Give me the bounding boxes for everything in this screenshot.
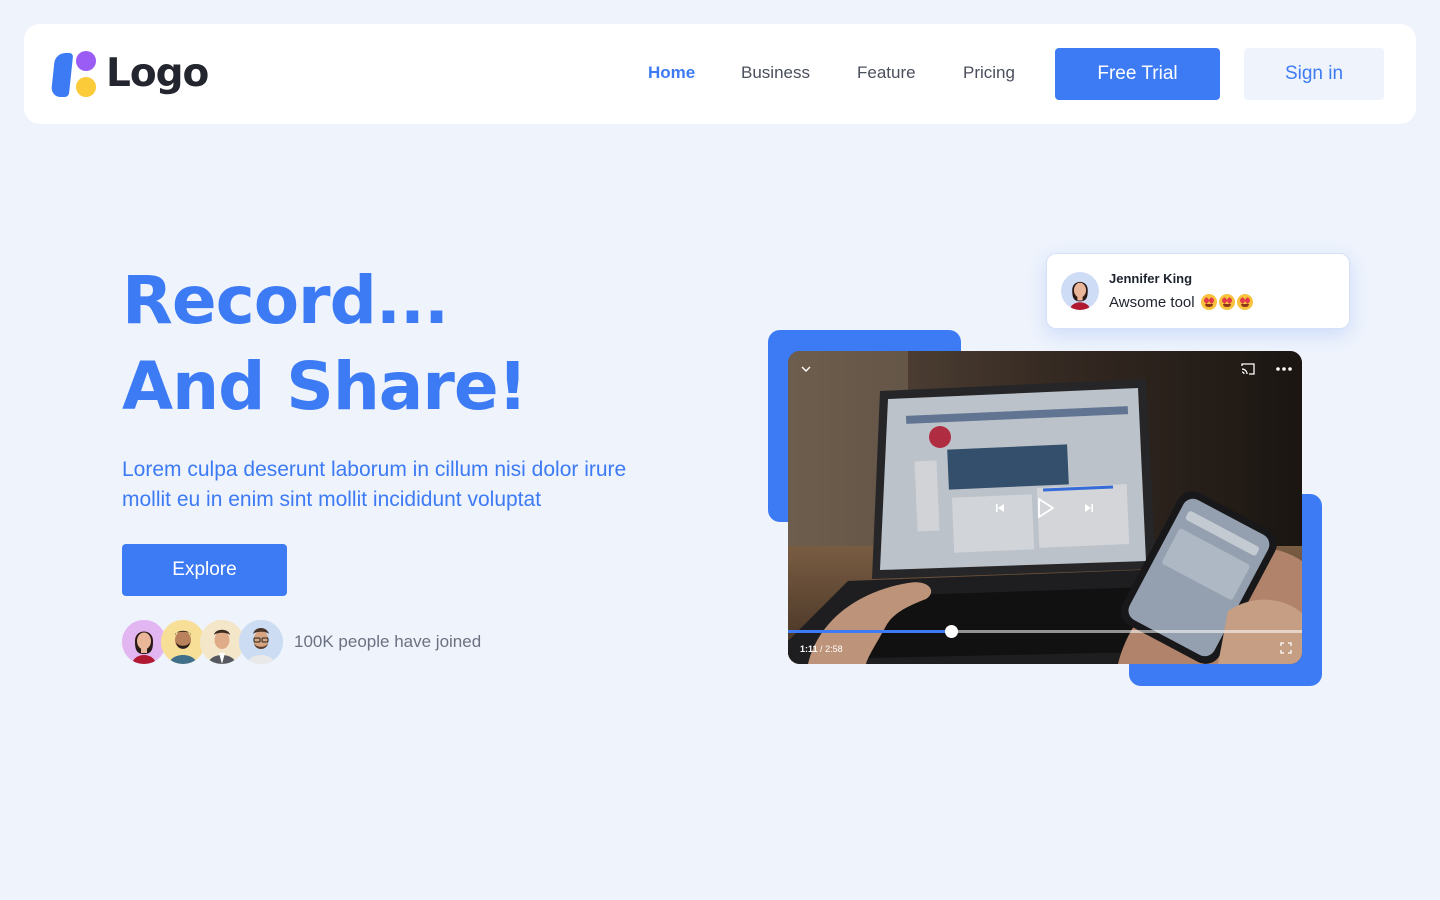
hero-title: Record... And Share! bbox=[122, 258, 528, 430]
sign-in-button[interactable]: Sign in bbox=[1244, 48, 1384, 100]
explore-button[interactable]: Explore bbox=[122, 544, 287, 596]
avatar bbox=[200, 620, 244, 664]
video-progress-fill bbox=[788, 630, 951, 633]
joined-avatars bbox=[122, 620, 292, 664]
skip-previous-icon[interactable] bbox=[994, 502, 1006, 514]
nav-link-pricing[interactable]: Pricing bbox=[963, 62, 1015, 84]
video-player[interactable]: 1:11 / 2:58 bbox=[788, 351, 1302, 664]
logo[interactable]: Logo bbox=[50, 50, 212, 100]
emoji-heart-eyes-icon bbox=[1218, 294, 1235, 310]
video-progress-thumb[interactable] bbox=[945, 625, 958, 638]
hero-title-line-2: And Share! bbox=[122, 348, 528, 425]
video-duration: 2:58 bbox=[825, 644, 843, 654]
cast-icon[interactable] bbox=[1240, 362, 1256, 376]
hero-title-line-1: Record... bbox=[122, 262, 449, 339]
nav-link-feature[interactable]: Feature bbox=[857, 62, 916, 84]
nav-link-business[interactable]: Business bbox=[741, 62, 810, 84]
avatar bbox=[122, 620, 166, 664]
comment-card: Jennifer King Awsome tool bbox=[1046, 253, 1350, 329]
emoji-heart-eyes-icon bbox=[1236, 294, 1253, 310]
logo-text: Logo bbox=[106, 51, 209, 96]
emoji-heart-eyes-icon bbox=[1200, 294, 1217, 310]
fullscreen-icon[interactable] bbox=[1280, 642, 1292, 654]
video-time: 1:11 / 2:58 bbox=[800, 643, 843, 655]
skip-next-icon[interactable] bbox=[1083, 502, 1095, 514]
joined-count-text: 100K people have joined bbox=[294, 632, 482, 651]
logo-mark-icon bbox=[50, 50, 98, 100]
avatar bbox=[239, 620, 283, 664]
navbar: Logo Home Business Feature Pricing Free … bbox=[24, 24, 1416, 124]
comment-text: Awsome tool bbox=[1109, 293, 1253, 313]
play-icon[interactable] bbox=[1036, 497, 1056, 519]
avatar bbox=[1061, 272, 1099, 310]
chevron-down-icon[interactable] bbox=[800, 363, 812, 375]
video-progress-bar[interactable] bbox=[788, 625, 1302, 638]
comment-message: Awsome tool bbox=[1109, 294, 1195, 311]
nav-link-home[interactable]: Home bbox=[648, 62, 695, 84]
comment-author: Jennifer King bbox=[1109, 271, 1193, 286]
avatar bbox=[161, 620, 205, 664]
free-trial-button[interactable]: Free Trial bbox=[1055, 48, 1220, 100]
video-time-separator: / bbox=[820, 644, 823, 654]
hero-description: Lorem culpa deserunt laborum in cillum n… bbox=[122, 458, 627, 511]
video-current-time: 1:11 bbox=[800, 644, 818, 654]
more-icon[interactable] bbox=[1275, 363, 1293, 375]
